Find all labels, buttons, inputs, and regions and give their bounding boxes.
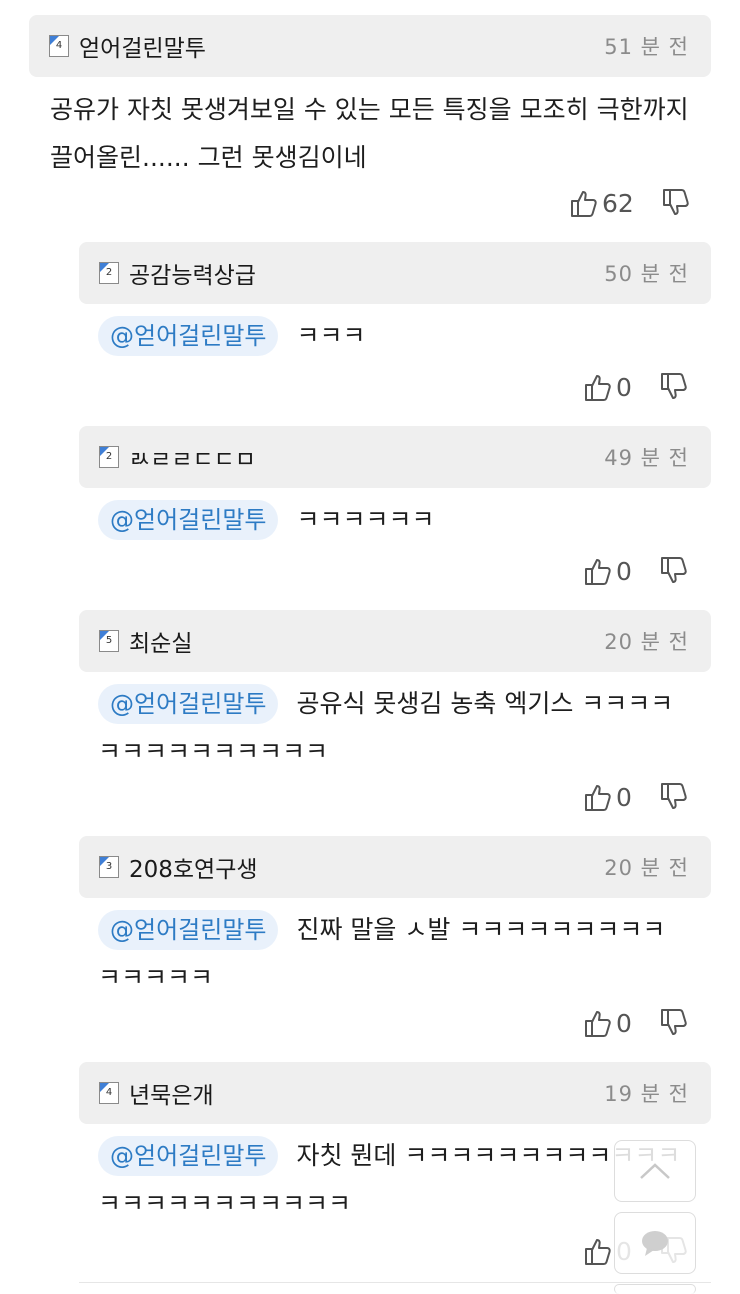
comment-text-line: 공유가 자칫 못생겨보일 수 있는 모든 특징을 모조히 극한까지 xyxy=(50,95,689,124)
comment-time: 20 분 전 xyxy=(604,856,689,880)
thumbs-down-icon[interactable] xyxy=(660,556,688,586)
vote-row: 0 xyxy=(584,372,688,402)
like-count: 0 xyxy=(616,1008,632,1038)
level-badge: 5 xyxy=(99,630,119,652)
comment-time: 20 분 전 xyxy=(604,630,689,654)
comment-header: 3 208호연구생 20 분 전 xyxy=(79,836,711,898)
comment-text-line: @얻어걸린말투 자칫 뭔데 ㅋㅋㅋㅋㅋㅋㅋㅋㅋㅋㅋㅋ xyxy=(98,1132,680,1180)
comment-header: 4 년묵은개 19 분 전 xyxy=(79,1062,711,1124)
like-count: 0 xyxy=(616,372,632,402)
comment-author[interactable]: 얻어걸린말투 xyxy=(79,29,604,63)
thumbs-up-icon[interactable] xyxy=(584,1008,612,1038)
divider xyxy=(79,1282,711,1283)
comment-text-line: ㅋㅋㅋㅋㅋ xyxy=(98,963,214,992)
comment-text-line: @얻어걸린말투 ㅋㅋㅋㅋㅋㅋ xyxy=(98,496,435,544)
vote-row: 62 xyxy=(570,188,690,218)
thumbs-down-icon[interactable] xyxy=(660,372,688,402)
mention-tag[interactable]: @얻어걸린말투 xyxy=(98,684,279,724)
comment-text-line: @얻어걸린말투 진짜 말을 ㅅ발 ㅋㅋㅋㅋㅋㅋㅋㅋㅋ xyxy=(98,906,665,954)
comment-header: 2 공감능력상급 50 분 전 xyxy=(79,242,711,304)
scroll-top-button[interactable] xyxy=(614,1140,696,1202)
level-badge: 2 xyxy=(99,262,119,284)
thumbs-up-icon[interactable] xyxy=(584,782,612,812)
comment-text: @얻어걸린말투 공유식 못생김 농축 엑기스 ㅋㅋㅋㅋ ㅋㅋㅋㅋㅋㅋㅋㅋㅋㅋ xyxy=(98,680,673,776)
thumbs-up-icon[interactable] xyxy=(584,372,612,402)
comment-text: 공유가 자칫 못생겨보일 수 있는 모든 특징을 모조히 극한까지 끌어올린..… xyxy=(50,86,689,182)
level-badge: 2 xyxy=(99,446,119,468)
vote-row: 0 xyxy=(584,782,688,812)
comment-text-line: ㅋㅋㅋㅋㅋㅋㅋㅋㅋㅋ xyxy=(98,737,329,766)
comment-header: 2 ㄽㄹㄹㄷㄷㅁ 49 분 전 xyxy=(79,426,711,488)
comment-time: 19 분 전 xyxy=(604,1082,689,1106)
like-count: 62 xyxy=(602,188,634,218)
comment-text-content: 공유식 못생김 농축 엑기스 ㅋㅋㅋㅋ xyxy=(296,689,674,718)
level-badge: 3 xyxy=(99,856,119,878)
vote-row: 0 xyxy=(584,556,688,586)
thumbs-up-icon[interactable] xyxy=(584,1236,612,1266)
comment-text-content: ㅋㅋㅋㅋㅋㅋ xyxy=(296,505,435,534)
thumbs-up-icon[interactable] xyxy=(570,188,598,218)
floating-button-edge xyxy=(614,1284,696,1294)
like-count: 0 xyxy=(616,782,632,812)
thumbs-down-icon[interactable] xyxy=(662,188,690,218)
comment-text-line: ㅋㅋㅋㅋㅋㅋㅋㅋㅋㅋㅋ xyxy=(98,1189,352,1218)
comment-header: 4 얻어걸린말투 51 분 전 xyxy=(29,15,711,77)
mention-tag[interactable]: @얻어걸린말투 xyxy=(98,910,279,950)
comment-header: 5 최순실 20 분 전 xyxy=(79,610,711,672)
comment-text: @얻어걸린말투 자칫 뭔데 ㅋㅋㅋㅋㅋㅋㅋㅋㅋㅋㅋㅋ ㅋㅋㅋㅋㅋㅋㅋㅋㅋㅋㅋ xyxy=(98,1132,680,1228)
level-badge: 4 xyxy=(99,1082,119,1104)
comment-author[interactable]: 년묵은개 xyxy=(129,1076,604,1110)
comment-text-line: 끌어올린...... 그런 못생김이네 xyxy=(50,143,367,172)
comment-text-content: ㅋㅋㅋ xyxy=(296,321,366,350)
mention-tag[interactable]: @얻어걸린말투 xyxy=(98,1136,279,1176)
thumbs-up-icon[interactable] xyxy=(584,556,612,586)
comment-time: 50 분 전 xyxy=(604,262,689,286)
comment-time: 51 분 전 xyxy=(604,35,689,59)
comment-text-line: @얻어걸린말투 공유식 못생김 농축 엑기스 ㅋㅋㅋㅋ xyxy=(98,680,673,728)
mention-tag[interactable]: @얻어걸린말투 xyxy=(98,500,279,540)
thumbs-down-icon[interactable] xyxy=(660,1008,688,1038)
comment-time: 49 분 전 xyxy=(604,446,689,470)
comment-text: @얻어걸린말투 진짜 말을 ㅅ발 ㅋㅋㅋㅋㅋㅋㅋㅋㅋ ㅋㅋㅋㅋㅋ xyxy=(98,906,665,1002)
vote-row: 0 xyxy=(584,1008,688,1038)
comment-author[interactable]: 최순실 xyxy=(129,624,604,658)
comment-icon xyxy=(642,1231,668,1256)
comment-text: @얻어걸린말투 ㅋㅋㅋ xyxy=(98,312,366,360)
level-badge: 4 xyxy=(49,35,69,57)
comment-author[interactable]: 208호연구생 xyxy=(129,850,604,884)
comment-author[interactable]: 공감능력상급 xyxy=(129,256,604,290)
like-count: 0 xyxy=(616,556,632,586)
thumbs-down-icon[interactable] xyxy=(660,782,688,812)
comment-text-line: @얻어걸린말투 ㅋㅋㅋ xyxy=(98,312,366,360)
comment-text: @얻어걸린말투 ㅋㅋㅋㅋㅋㅋ xyxy=(98,496,435,544)
chevron-up-icon xyxy=(640,1163,670,1179)
comment-author[interactable]: ㄽㄹㄹㄷㄷㅁ xyxy=(129,440,604,474)
mention-tag[interactable]: @얻어걸린말투 xyxy=(98,316,279,356)
comment-button[interactable] xyxy=(614,1212,696,1274)
comment-text-content: 진짜 말을 ㅅ발 ㅋㅋㅋㅋㅋㅋㅋㅋㅋ xyxy=(296,915,666,944)
